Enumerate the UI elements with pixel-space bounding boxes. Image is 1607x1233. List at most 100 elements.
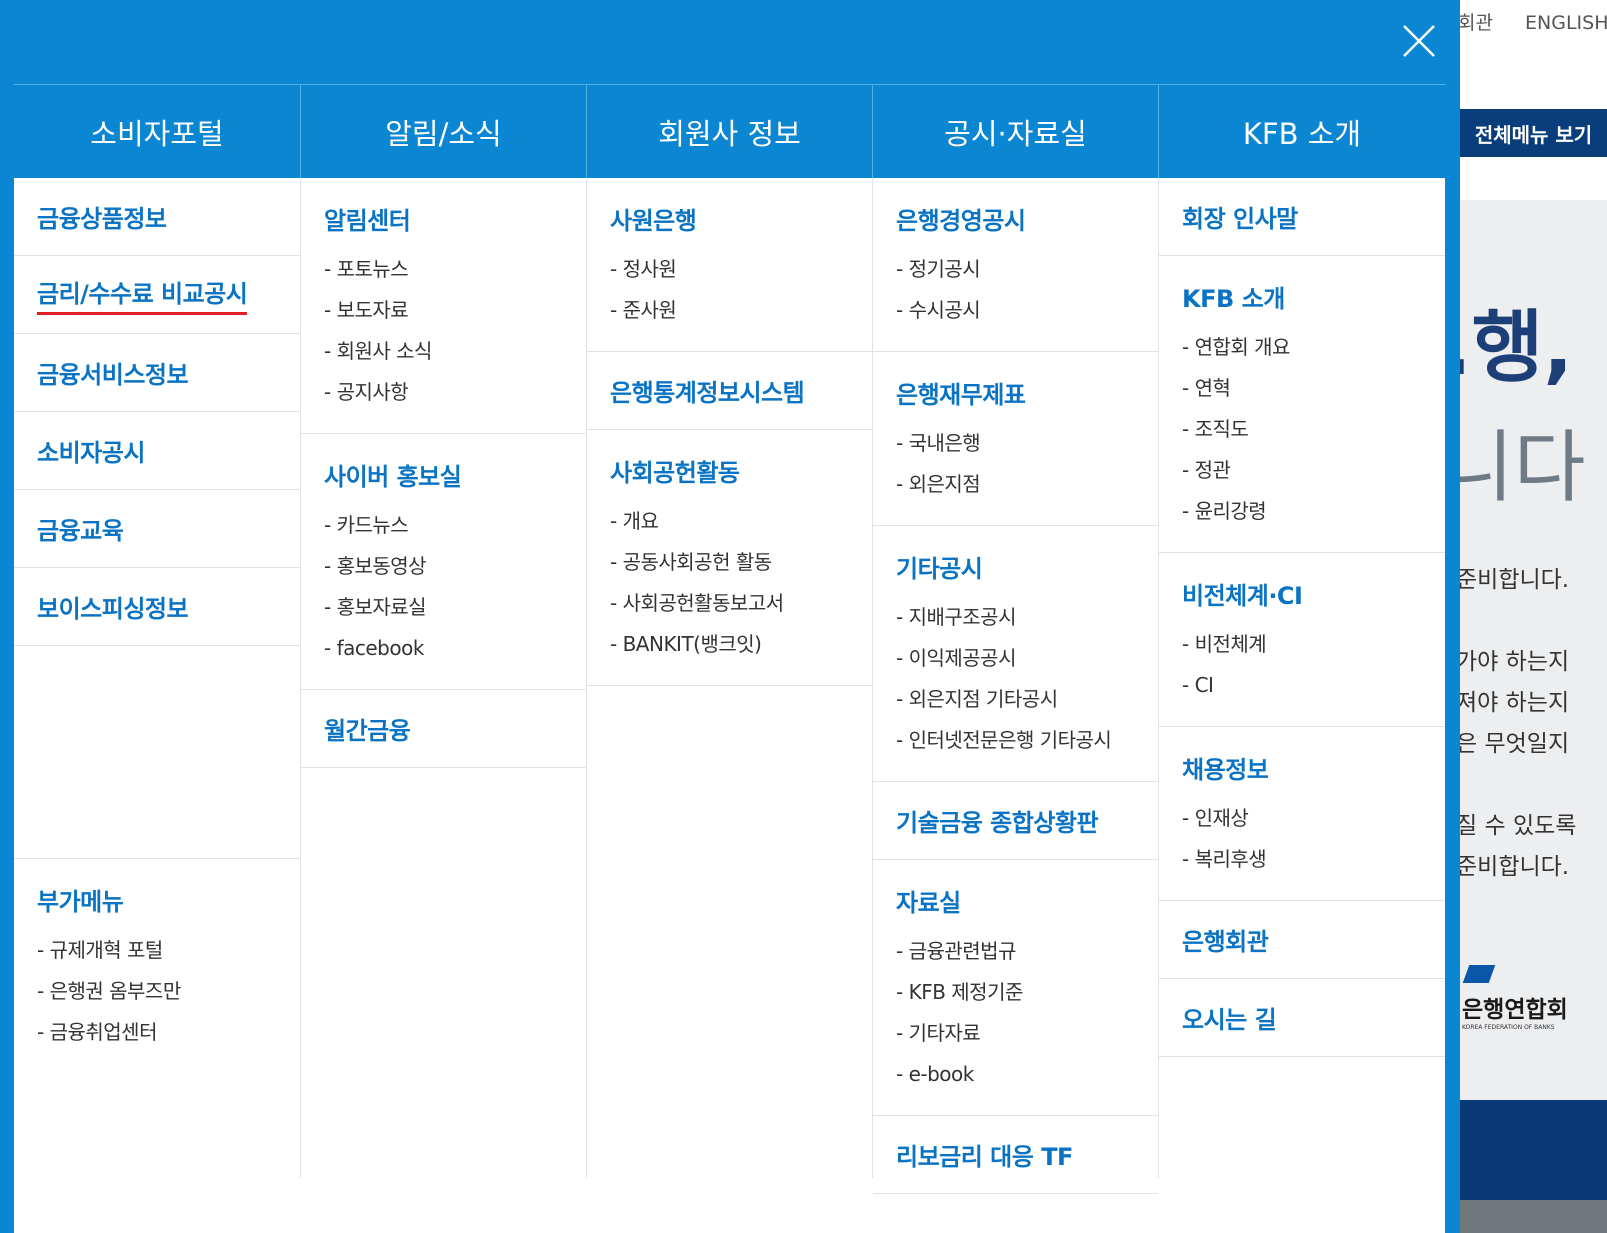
menu-sub-item[interactable]: - 윤리강령 (1182, 491, 1445, 532)
menu-sub-item[interactable]: - 카드뉴스 (324, 505, 586, 546)
hero-text-line: 져야 하는지 (1460, 690, 1570, 716)
menu-sub-item[interactable]: - 회원사 소식 (324, 331, 586, 372)
menu-group-title[interactable]: KFB 소개 (1182, 279, 1285, 314)
menu-column-title[interactable]: 회원사 정보 (586, 84, 872, 178)
menu-sub-item[interactable]: - 개요 (610, 501, 872, 542)
menu-group-title[interactable]: 은행회관 (1182, 922, 1269, 957)
menu-group-title[interactable]: 비전체계·CI (1182, 576, 1303, 611)
menu-column-title[interactable]: 알림/소식 (300, 84, 586, 178)
menu-sub-item[interactable]: - 외은지점 기타공시 (896, 679, 1158, 720)
menu-group-title[interactable]: 사원은행 (610, 201, 697, 236)
menu-sub-item[interactable]: - 기타자료 (896, 1013, 1158, 1054)
menu-group-title[interactable]: 금융서비스정보 (37, 355, 189, 390)
menu-sub-item[interactable]: - KFB 제정기준 (896, 972, 1158, 1013)
menu-sub-item[interactable]: - facebook (324, 628, 586, 669)
menu-sub-item[interactable]: - 공동사회공헌 활동 (610, 542, 872, 583)
menu-sub-item[interactable]: - 보도자료 (324, 290, 586, 331)
menu-sub-item[interactable]: - 준사원 (610, 290, 872, 331)
menu-sub-item[interactable]: - 지배구조공시 (896, 597, 1158, 638)
menu-sub-list: - 포토뉴스 - 보도자료 - 회원사 소식 - 공지사항 (324, 249, 586, 413)
menu-group-title[interactable]: 금융교육 (37, 511, 124, 546)
top-link-hall[interactable]: 회관 (1458, 12, 1493, 34)
menu-panel: 소비자포털 알림/소식 회원사 정보 공시·자료실 KFB 소개 금융상품정보 금리/수수… (14, 84, 1445, 1233)
menu-sub-item[interactable]: - 금융관련법규 (896, 931, 1158, 972)
menu-group-title[interactable]: 은행경영공시 (896, 201, 1026, 236)
menu-group-title[interactable]: 금융상품정보 (37, 199, 167, 234)
menu-group-title[interactable]: 소비자공시 (37, 433, 145, 468)
menu-group-title[interactable]: 회장 인사말 (1182, 199, 1298, 234)
extra-menu-item[interactable]: - 은행권 옴부즈만 (37, 971, 300, 1012)
menu-sub-item[interactable]: - 외은지점 (896, 464, 1158, 505)
menu-sub-list: - 정기공시 - 수시공시 (896, 249, 1158, 331)
menu-column: 은행경영공시 - 정기공시 - 수시공시은행재무제표 - 국내은행 - 외은지점기타공시… (872, 178, 1158, 1194)
menu-group: 은행통계정보시스템 (587, 352, 872, 430)
menu-sub-item[interactable]: - 정관 (1182, 450, 1445, 491)
menu-group-title[interactable]: 채용정보 (1182, 750, 1269, 785)
menu-group-title[interactable]: 기술금융 종합상황판 (896, 803, 1099, 838)
menu-group-title[interactable]: 은행통계정보시스템 (610, 373, 805, 408)
menu-sub-item[interactable]: - 비전체계 (1182, 624, 1445, 665)
menu-sub-list: - 비전체계 - CI (1182, 624, 1445, 706)
menu-sub-item[interactable]: - 국내은행 (896, 423, 1158, 464)
menu-sub-list: - 국내은행 - 외은지점 (896, 423, 1158, 505)
hero-text-line: 준비합니다. (1460, 854, 1570, 880)
menu-column: 금융상품정보금리/수수료 비교공시금융서비스정보소비자공시금융교육보이스피싱정보… (14, 178, 300, 1178)
menu-sub-item[interactable]: - 인터넷전문은행 기타공시 (896, 720, 1158, 761)
menu-group: 사이버 홍보실 - 카드뉴스 - 홍보동영상 - 홍보자료실 - facebook (301, 434, 586, 690)
hero-headline-1: .행, (1460, 303, 1574, 393)
top-utility-links: 회관 ENGLISH (1458, 8, 1607, 35)
menu-sub-item[interactable]: - 이익제공공시 (896, 638, 1158, 679)
all-menu-button[interactable]: 전체메뉴 보기 (1460, 109, 1607, 157)
menu-sub-item[interactable]: - 정사원 (610, 249, 872, 290)
menu-sub-item[interactable]: - e-book (896, 1054, 1158, 1095)
menu-group-title[interactable]: 보이스피싱정보 (37, 589, 189, 624)
menu-sub-item[interactable]: - 공지사항 (324, 372, 586, 413)
menu-sub-item[interactable]: - 연합회 개요 (1182, 327, 1445, 368)
menu-group-title[interactable]: 사이버 홍보실 (324, 457, 462, 492)
menu-sub-list: - 연합회 개요 - 연혁 - 조직도 - 정관 - 윤리강령 (1182, 327, 1445, 532)
menu-group: 기술금융 종합상황판 (873, 782, 1158, 860)
menu-spacer (14, 646, 300, 859)
kfb-logo-icon (1462, 965, 1496, 983)
menu-sub-list: - 카드뉴스 - 홍보동영상 - 홍보자료실 - facebook (324, 505, 586, 669)
menu-sub-item[interactable]: - BANKIT(뱅크잇) (610, 624, 872, 665)
menu-column-title[interactable]: 공시·자료실 (872, 84, 1158, 178)
menu-sub-item[interactable]: - 수시공시 (896, 290, 1158, 331)
menu-group-title[interactable]: 알림센터 (324, 201, 411, 236)
menu-column-title[interactable]: KFB 소개 (1158, 84, 1445, 178)
menu-sub-item[interactable]: - 사회공헌활동보고서 (610, 583, 872, 624)
menu-group-title[interactable]: 사회공헌활동 (610, 453, 740, 488)
menu-column-title[interactable]: 소비자포털 (14, 84, 300, 178)
menu-group: 오시는 길 (1159, 979, 1445, 1057)
menu-sub-item[interactable]: - 조직도 (1182, 409, 1445, 450)
top-link-english[interactable]: ENGLISH (1525, 12, 1607, 34)
menu-sub-item[interactable]: - 복리후생 (1182, 839, 1445, 880)
menu-sub-item[interactable]: - 포토뉴스 (324, 249, 586, 290)
menu-group-title[interactable]: 오시는 길 (1182, 1000, 1277, 1035)
menu-sub-item[interactable]: - 정기공시 (896, 249, 1158, 290)
menu-group-title[interactable]: 기타공시 (896, 549, 983, 584)
menu-sub-list: - 인재상 - 복리후생 (1182, 798, 1445, 880)
hero-text-line: 준비합니다. (1460, 567, 1570, 593)
menu-group-title[interactable]: 리보금리 대응 TF (896, 1137, 1073, 1172)
menu-column: 알림센터 - 포토뉴스 - 보도자료 - 회원사 소식 - 공지사항사이버 홍보실 - 카… (300, 178, 586, 1178)
menu-group-title[interactable]: 은행재무제표 (896, 375, 1026, 410)
menu-sub-item[interactable]: - 인재상 (1182, 798, 1445, 839)
menu-sub-item[interactable]: - 홍보자료실 (324, 587, 586, 628)
menu-group-title-active[interactable]: 금리/수수료 비교공시 (37, 274, 248, 315)
close-menu-button[interactable] (1398, 20, 1440, 62)
menu-group: 알림센터 - 포토뉴스 - 보도자료 - 회원사 소식 - 공지사항 (301, 178, 586, 434)
extra-menu-item[interactable]: - 금융취업센터 (37, 1012, 300, 1053)
menu-sub-item[interactable]: - CI (1182, 665, 1445, 706)
menu-group: 월간금융 (301, 690, 586, 768)
close-icon (1403, 25, 1435, 57)
menu-group: 은행재무제표 - 국내은행 - 외은지점 (873, 352, 1158, 526)
extra-menu-item[interactable]: - 규제개혁 포털 (37, 930, 300, 971)
hero-text-line: 가야 하는지 (1460, 649, 1570, 675)
menu-sub-item[interactable]: - 홍보동영상 (324, 546, 586, 587)
menu-group: 자료실 - 금융관련법규 - KFB 제정기준 - 기타자료 - e-book (873, 860, 1158, 1116)
menu-group: 사회공헌활동 - 개요 - 공동사회공헌 활동 - 사회공헌활동보고서 - BANKIT… (587, 430, 872, 686)
menu-sub-item[interactable]: - 연혁 (1182, 368, 1445, 409)
menu-group-title[interactable]: 자료실 (896, 883, 961, 918)
menu-group-title[interactable]: 월간금융 (324, 711, 411, 746)
